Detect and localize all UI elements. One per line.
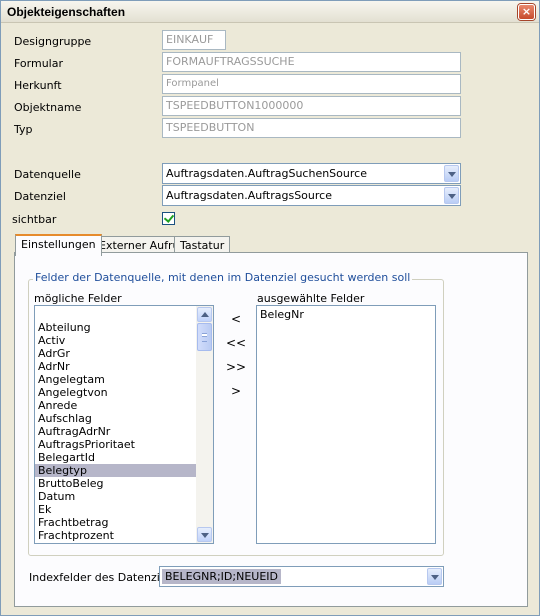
- close-icon: ×: [521, 5, 532, 18]
- datenquelle-label: Datenquelle: [14, 168, 81, 181]
- add-all-fields-button[interactable]: <<: [226, 334, 246, 352]
- index-fields-label: Indexfelder des Datenziels: [29, 571, 176, 584]
- close-button[interactable]: ×: [518, 4, 535, 20]
- list-item[interactable]: Ek: [35, 503, 197, 516]
- list-item[interactable]: Angelegtvon: [35, 386, 197, 399]
- scroll-down-icon[interactable]: [197, 527, 212, 542]
- list-item[interactable]: BruttoBeleg: [35, 477, 197, 490]
- sichtbar-label: sichtbar: [12, 213, 57, 226]
- index-fields-select[interactable]: BELEGNR;ID;NEUEID: [159, 566, 444, 587]
- available-fields-scrollbar[interactable]: [196, 306, 213, 543]
- list-item[interactable]: Frachtbetrag: [35, 516, 197, 529]
- remove-field-button[interactable]: >: [226, 382, 246, 400]
- list-item[interactable]: AdrNr: [35, 360, 197, 373]
- groupbox-title: Felder der Datenquelle, mit denen im Dat…: [33, 271, 413, 284]
- window-title: Objekteigenschaften: [7, 5, 126, 19]
- chevron-down-icon[interactable]: [427, 568, 442, 585]
- herkunft-field[interactable]: Formpanel: [162, 74, 461, 94]
- list-item[interactable]: Angelegtam: [35, 373, 197, 386]
- remove-all-fields-button[interactable]: >>: [226, 358, 246, 376]
- list-item[interactable]: Abteilung: [35, 321, 197, 334]
- objektname-label: Objektname: [14, 101, 82, 114]
- title-bar[interactable]: Objekteigenschaften ×: [1, 1, 539, 23]
- add-field-button[interactable]: <: [226, 310, 246, 328]
- available-fields-items: Abteilung Activ AdrGr AdrNr Angelegtam Angele…: [35, 306, 197, 542]
- datenziel-label: Datenziel: [14, 190, 66, 203]
- selected-fields-items: BelegNr: [257, 306, 435, 321]
- list-item[interactable]: AdrGr: [35, 347, 197, 360]
- available-fields-caption: mögliche Felder: [34, 292, 122, 305]
- designgruppe-field[interactable]: EINKAUF: [162, 30, 226, 50]
- formular-field[interactable]: FORMAUFTRAGSSUCHE: [162, 52, 461, 72]
- chevron-down-icon[interactable]: [444, 165, 459, 182]
- list-item[interactable]: AuftragsPrioritaet: [35, 438, 197, 451]
- datenquelle-value: Auftragsdaten.AuftragSuchenSource: [166, 167, 367, 180]
- list-item[interactable]: Activ: [35, 334, 197, 347]
- sichtbar-checkbox[interactable]: [162, 212, 175, 225]
- list-item[interactable]: BelegartId: [35, 451, 197, 464]
- list-item[interactable]: Frachtprozent: [35, 529, 197, 542]
- scroll-thumb[interactable]: [197, 323, 212, 351]
- typ-label: Typ: [14, 123, 33, 136]
- herkunft-label: Herkunft: [14, 79, 62, 92]
- scroll-up-icon[interactable]: [197, 307, 212, 322]
- available-fields-list[interactable]: Abteilung Activ AdrGr AdrNr Angelegtam Angele…: [34, 305, 214, 544]
- selected-fields-caption: ausgewählte Felder: [257, 292, 365, 305]
- formular-label: Formular: [14, 57, 64, 70]
- tab-einstellungen[interactable]: Einstellungen: [15, 234, 102, 256]
- datenziel-value: Auftragsdaten.AuftragsSource: [166, 189, 332, 202]
- objektname-field[interactable]: TSPEEDBUTTON1000000: [162, 96, 461, 116]
- list-item[interactable]: AuftragAdrNr: [35, 425, 197, 438]
- list-item[interactable]: Aufschlag: [35, 412, 197, 425]
- list-item[interactable]: Datum: [35, 490, 197, 503]
- list-item[interactable]: Belegtyp: [35, 464, 197, 477]
- designgruppe-label: Designgruppe: [14, 35, 92, 48]
- selected-fields-list[interactable]: BelegNr: [256, 305, 436, 544]
- list-item[interactable]: BelegNr: [257, 308, 435, 321]
- list-item[interactable]: Anrede: [35, 399, 197, 412]
- properties-window: Objekteigenschaften × Designgruppe EINKA…: [0, 0, 540, 616]
- datenziel-select[interactable]: Auftragsdaten.AuftragsSource: [162, 185, 461, 206]
- chevron-down-icon[interactable]: [444, 187, 459, 204]
- typ-field[interactable]: TSPEEDBUTTON: [162, 118, 461, 138]
- index-fields-value: BELEGNR;ID;NEUEID: [162, 569, 281, 584]
- datenquelle-select[interactable]: Auftragsdaten.AuftragSuchenSource: [162, 163, 461, 184]
